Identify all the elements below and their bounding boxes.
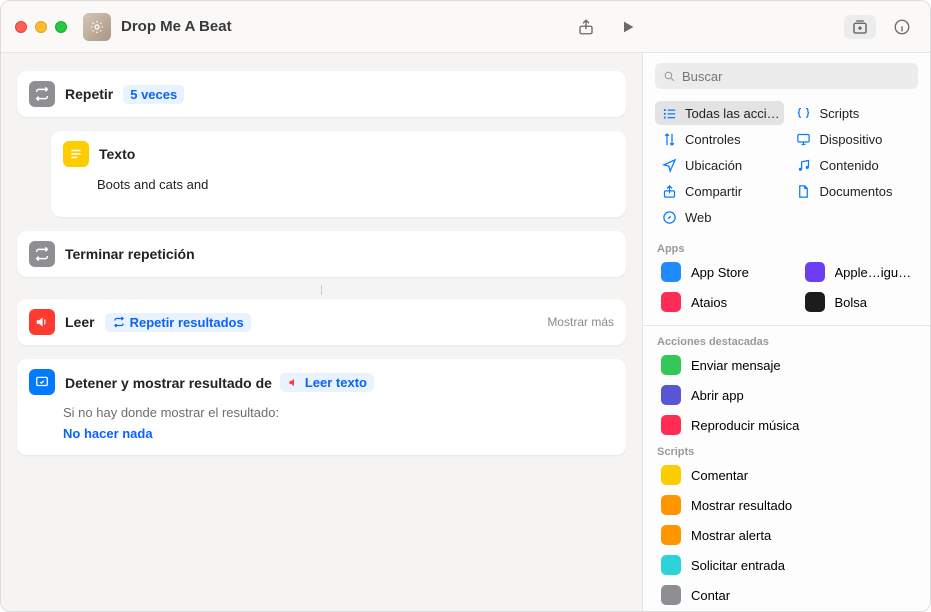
repeat-label: Repetir [65,86,113,102]
category-braces[interactable]: Scripts [790,101,919,125]
minimize-window-button[interactable] [35,21,47,33]
show-more-button[interactable]: Mostrar más [547,315,614,329]
category-safari[interactable]: Web [655,205,784,229]
speak-label: Leer [65,314,95,330]
app-window: Drop Me A Beat [0,0,931,612]
workflow-editor[interactable]: Repetir 5 veces Texto Boots and cats and [1,53,642,611]
stop-output-label: Detener y mostrar resultado de Leer text… [65,373,374,392]
titlebar: Drop Me A Beat [1,1,930,53]
speak-variable-token[interactable]: Repetir resultados [105,313,251,332]
share-icon [661,183,677,199]
repeat-token-icon [112,315,126,329]
category-music-note[interactable]: Contenido [790,153,919,177]
action-icon [661,525,681,545]
run-button[interactable] [614,15,642,39]
desktop-icon [796,131,812,147]
action-item[interactable]: Seleccionar del menú [647,610,926,611]
safari-icon [661,209,677,225]
featured-section-label: Acciones destacadas [643,330,930,350]
repeat-icon [29,81,55,107]
stop-variable-token[interactable]: Leer texto [280,373,374,392]
app-icon [805,292,825,312]
category-up-down[interactable]: Controles [655,127,784,151]
action-icon [661,385,681,405]
window-title: Drop Me A Beat [121,18,572,35]
action-icon [661,495,681,515]
category-grid: Todas las acci…ScriptsControlesDispositi… [643,99,930,237]
speak-icon [29,309,55,335]
repeat-end-icon [29,241,55,267]
category-location[interactable]: Ubicación [655,153,784,177]
speak-token-icon [287,375,301,389]
category-doc[interactable]: Documentos [790,179,919,203]
fallback-value[interactable]: No hacer nada [63,424,160,443]
text-icon [63,141,89,167]
speak-action[interactable]: Leer Repetir resultados Mostrar más [17,299,626,345]
actions-scroll[interactable]: Acciones destacadas Enviar mensajeAbrir … [643,330,930,611]
search-field[interactable] [655,63,918,89]
shortcut-icon [83,13,111,41]
stop-output-action[interactable]: Detener y mostrar resultado de Leer text… [17,359,626,455]
sidebar-divider [643,325,930,326]
repeat-action[interactable]: Repetir 5 veces [17,71,626,117]
location-icon [661,157,677,173]
end-repeat-label: Terminar repetición [65,246,195,262]
music-note-icon [796,157,812,173]
app-icon [805,262,825,282]
library-button[interactable] [844,15,876,39]
action-item[interactable]: Mostrar alerta [647,520,926,550]
text-input[interactable]: Boots and cats and [97,177,614,217]
braces-icon [796,105,812,121]
app-item[interactable]: Bolsa [791,287,927,317]
repeat-count-token[interactable]: 5 veces [123,85,184,104]
zoom-window-button[interactable] [55,21,67,33]
doc-icon [796,183,812,199]
text-action[interactable]: Texto Boots and cats and [51,131,626,217]
end-repeat-action[interactable]: Terminar repetición [17,231,626,277]
connector-line [321,285,322,295]
scripts-section-label: Scripts [643,440,930,460]
action-item[interactable]: Comentar [647,460,926,490]
category-share[interactable]: Compartir [655,179,784,203]
window-controls [15,21,67,33]
action-icon [661,555,681,575]
text-label: Texto [99,146,135,162]
app-item[interactable]: Apple…igurator [791,257,927,287]
action-item[interactable]: Solicitar entrada [647,550,926,580]
action-item[interactable]: Contar [647,580,926,610]
apps-section-label: Apps [643,237,930,257]
share-button[interactable] [572,15,600,39]
fallback-label: Si no hay donde mostrar el resultado: [63,405,614,420]
category-desktop[interactable]: Dispositivo [790,127,919,151]
search-input[interactable] [682,69,910,84]
list-icon [661,105,677,121]
app-icon [661,262,681,282]
app-item[interactable]: Ataios [647,287,783,317]
actions-sidebar: Todas las acci…ScriptsControlesDispositi… [642,53,930,611]
app-item[interactable]: App Store [647,257,783,287]
up-down-icon [661,131,677,147]
action-icon [661,355,681,375]
action-icon [661,415,681,435]
close-window-button[interactable] [15,21,27,33]
action-icon [661,465,681,485]
info-button[interactable] [888,15,916,39]
action-item[interactable]: Mostrar resultado [647,490,926,520]
stop-output-icon [29,369,55,395]
action-icon [661,585,681,605]
action-item[interactable]: Abrir app [647,380,926,410]
apps-grid: App Store Apple…igurator Ataios Bolsa [643,257,930,321]
app-icon [661,292,681,312]
action-item[interactable]: Reproducir música [647,410,926,440]
category-list[interactable]: Todas las acci… [655,101,784,125]
action-item[interactable]: Enviar mensaje [647,350,926,380]
